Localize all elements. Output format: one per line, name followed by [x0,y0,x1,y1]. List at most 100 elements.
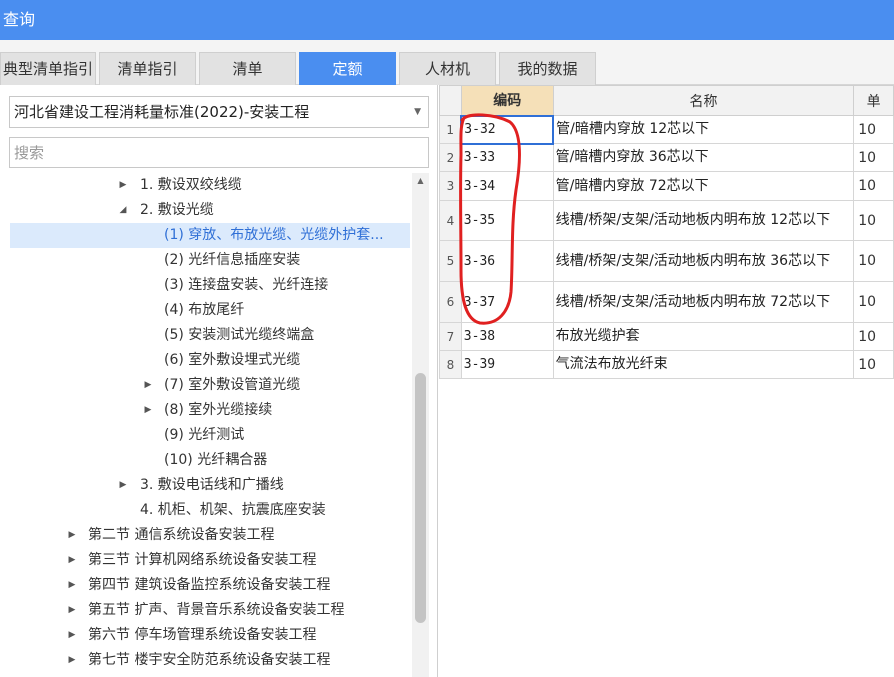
unit-cell[interactable]: 10 [853,143,894,172]
triangle-right-icon[interactable]: ▶ [66,523,78,548]
row-number-cell: 5 [439,240,462,282]
table-row[interactable]: 3 3-34 管/暗槽内穿放 72芯以下 10 [439,171,894,201]
unit-cell[interactable]: 10 [853,115,894,144]
triangle-right-icon[interactable]: ▶ [66,623,78,648]
quota-table: 编码 名称 单 1 3-32 管/暗槽内穿放 12芯以下 10 2 3-33 管/暗槽内穿放… [439,85,894,379]
table-row[interactable]: 7 3-38 布放光缆护套 10 [439,322,894,351]
code-cell[interactable]: 3-36 [460,240,554,282]
tree-node-label: (10) 光纤耦合器 [164,452,268,468]
name-cell[interactable]: 线槽/桥架/支架/活动地板内明布放 12芯以下 [552,200,855,241]
tree-node-label: (8) 室外光缆接续 [164,402,273,418]
tree-node-label: 第七节 楼宇安全防范系统设备安装工程 [88,652,331,668]
name-cell[interactable]: 管/暗槽内穿放 72芯以下 [552,171,855,201]
tab-bill-guide[interactable]: 清单指引 [99,52,196,85]
tree-node-label: 第六节 停车场管理系统设备安装工程 [88,627,317,643]
code-cell[interactable]: 3-39 [460,350,554,379]
tab-bill[interactable]: 清单 [199,52,296,85]
tree-node-label: 1. 敷设双绞线缆 [140,177,242,193]
table-row[interactable]: 6 3-37 线槽/桥架/支架/活动地板内明布放 72芯以下 10 [439,281,894,323]
name-cell[interactable]: 气流法布放光纤束 [552,350,855,379]
tree-scrollbar[interactable]: ▲ [412,173,429,677]
code-cell[interactable]: 3-35 [460,200,554,241]
tree-view: ▶ 1. 敷设双绞线缆 ◢ 2. 敷设光缆 (1) 穿放、布放光缆、光缆外护套... (2… [0,173,412,677]
triangle-right-icon[interactable]: ▶ [142,373,154,398]
tab-typical-bill-guide[interactable]: 典型清单指引 [0,52,96,85]
tree-node[interactable]: ▶ (8) 室外光缆接续 [0,398,412,423]
name-cell[interactable]: 布放光缆护套 [552,322,855,351]
scrollbar-thumb[interactable] [415,373,426,623]
unit-cell[interactable]: 10 [853,322,894,351]
triangle-right-icon[interactable]: ▶ [142,398,154,423]
table-row[interactable]: 1 3-32 管/暗槽内穿放 12芯以下 10 [439,114,894,145]
name-column-header[interactable]: 名称 [552,85,855,116]
table-row[interactable]: 2 3-33 管/暗槽内穿放 36芯以下 10 [439,143,894,172]
code-column-header[interactable]: 编码 [460,85,554,116]
row-number-cell: 3 [439,171,462,201]
tree-node[interactable]: ▶ 3. 敷设电话线和广播线 [0,473,412,498]
tree-node-label: 第五节 扩声、背景音乐系统设备安装工程 [88,602,345,618]
tree-node[interactable]: ▶ 第三节 计算机网络系统设备安装工程 [0,548,412,573]
tree-node[interactable]: (2) 光纤信息插座安装 [0,248,412,273]
triangle-right-icon[interactable]: ▶ [66,573,78,598]
tree-node[interactable]: ▶ 第六节 停车场管理系统设备安装工程 [0,623,412,648]
tree-node[interactable]: 4. 机柜、机架、抗震底座安装 [0,498,412,523]
tree-node[interactable]: ▶ 第二节 通信系统设备安装工程 [0,523,412,548]
tree-node[interactable]: ▶ (7) 室外敷设管道光缆 [0,373,412,398]
code-cell[interactable]: 3-32 [460,114,555,145]
left-panel: 河北省建设工程消耗量标准(2022)-安装工程 ▼ ▶ 1. 敷设双绞线缆 ◢ 2. … [0,85,438,677]
tree-node[interactable]: (1) 穿放、布放光缆、光缆外护套... [10,223,410,248]
quota-grid-panel: 编码 名称 单 1 3-32 管/暗槽内穿放 12芯以下 10 2 3-33 管/暗槽内穿放… [439,85,894,677]
unit-cell[interactable]: 10 [853,200,894,241]
code-cell[interactable]: 3-37 [460,281,554,323]
tree-node[interactable]: ▶ 第四节 建筑设备监控系统设备安装工程 [0,573,412,598]
name-cell[interactable]: 线槽/桥架/支架/活动地板内明布放 72芯以下 [552,281,855,323]
tab-my-data[interactable]: 我的数据 [499,52,596,85]
table-row[interactable]: 5 3-36 线槽/桥架/支架/活动地板内明布放 36芯以下 10 [439,240,894,282]
name-cell[interactable]: 线槽/桥架/支架/活动地板内明布放 36芯以下 [552,240,855,282]
row-number-cell: 6 [439,281,462,323]
tree-node[interactable]: ◢ 2. 敷设光缆 [0,198,412,223]
row-number-cell: 1 [439,115,462,144]
search-input[interactable] [9,137,429,168]
unit-cell[interactable]: 10 [853,171,894,201]
table-row[interactable]: 4 3-35 线槽/桥架/支架/活动地板内明布放 12芯以下 10 [439,200,894,241]
standard-select-value: 河北省建设工程消耗量标准(2022)-安装工程 [14,103,310,121]
name-cell[interactable]: 管/暗槽内穿放 12芯以下 [552,115,855,144]
row-number-cell: 7 [439,322,462,351]
code-cell[interactable]: 3-38 [460,322,554,351]
tree-node[interactable]: (5) 安装测试光缆终端盒 [0,323,412,348]
tree-node-label: (5) 安装测试光缆终端盒 [164,327,315,343]
tree-node[interactable]: (6) 室外敷设埋式光缆 [0,348,412,373]
tab-labor-material-machine[interactable]: 人材机 [399,52,496,85]
row-number-cell: 2 [439,143,462,172]
tree-node-label: (4) 布放尾纤 [164,302,245,318]
tree-node[interactable]: ▶ 第七节 楼宇安全防范系统设备安装工程 [0,648,412,673]
scroll-up-icon[interactable]: ▲ [412,173,429,189]
tree-node[interactable]: ▶ 第五节 扩声、背景音乐系统设备安装工程 [0,598,412,623]
triangle-right-icon[interactable]: ▶ [66,598,78,623]
unit-column-header[interactable]: 单 [853,85,894,116]
unit-cell[interactable]: 10 [853,350,894,379]
tree-node[interactable]: (4) 布放尾纤 [0,298,412,323]
tab-quota[interactable]: 定额 [299,52,396,85]
triangle-down-icon[interactable]: ◢ [117,198,129,223]
tree-node-label: 第三节 计算机网络系统设备安装工程 [88,552,317,568]
tree-node[interactable]: ▶ 1. 敷设双绞线缆 [0,173,412,198]
tree-node-label: (3) 连接盘安装、光纤连接 [164,277,329,293]
unit-cell[interactable]: 10 [853,240,894,282]
window-title: 查询 [0,0,894,40]
name-cell[interactable]: 管/暗槽内穿放 36芯以下 [552,143,855,172]
standard-select[interactable]: 河北省建设工程消耗量标准(2022)-安装工程 ▼ [9,96,429,128]
unit-cell[interactable]: 10 [853,281,894,323]
tab-bar: 典型清单指引 清单指引 清单 定额 人材机 我的数据 [0,40,894,85]
triangle-right-icon[interactable]: ▶ [117,473,129,498]
tree-node[interactable]: (3) 连接盘安装、光纤连接 [0,273,412,298]
table-row[interactable]: 8 3-39 气流法布放光纤束 10 [439,350,894,379]
code-cell[interactable]: 3-34 [460,171,554,201]
triangle-right-icon[interactable]: ▶ [66,548,78,573]
tree-node[interactable]: (10) 光纤耦合器 [0,448,412,473]
tree-node[interactable]: (9) 光纤测试 [0,423,412,448]
triangle-right-icon[interactable]: ▶ [66,648,78,673]
code-cell[interactable]: 3-33 [460,143,554,172]
triangle-right-icon[interactable]: ▶ [117,173,129,198]
